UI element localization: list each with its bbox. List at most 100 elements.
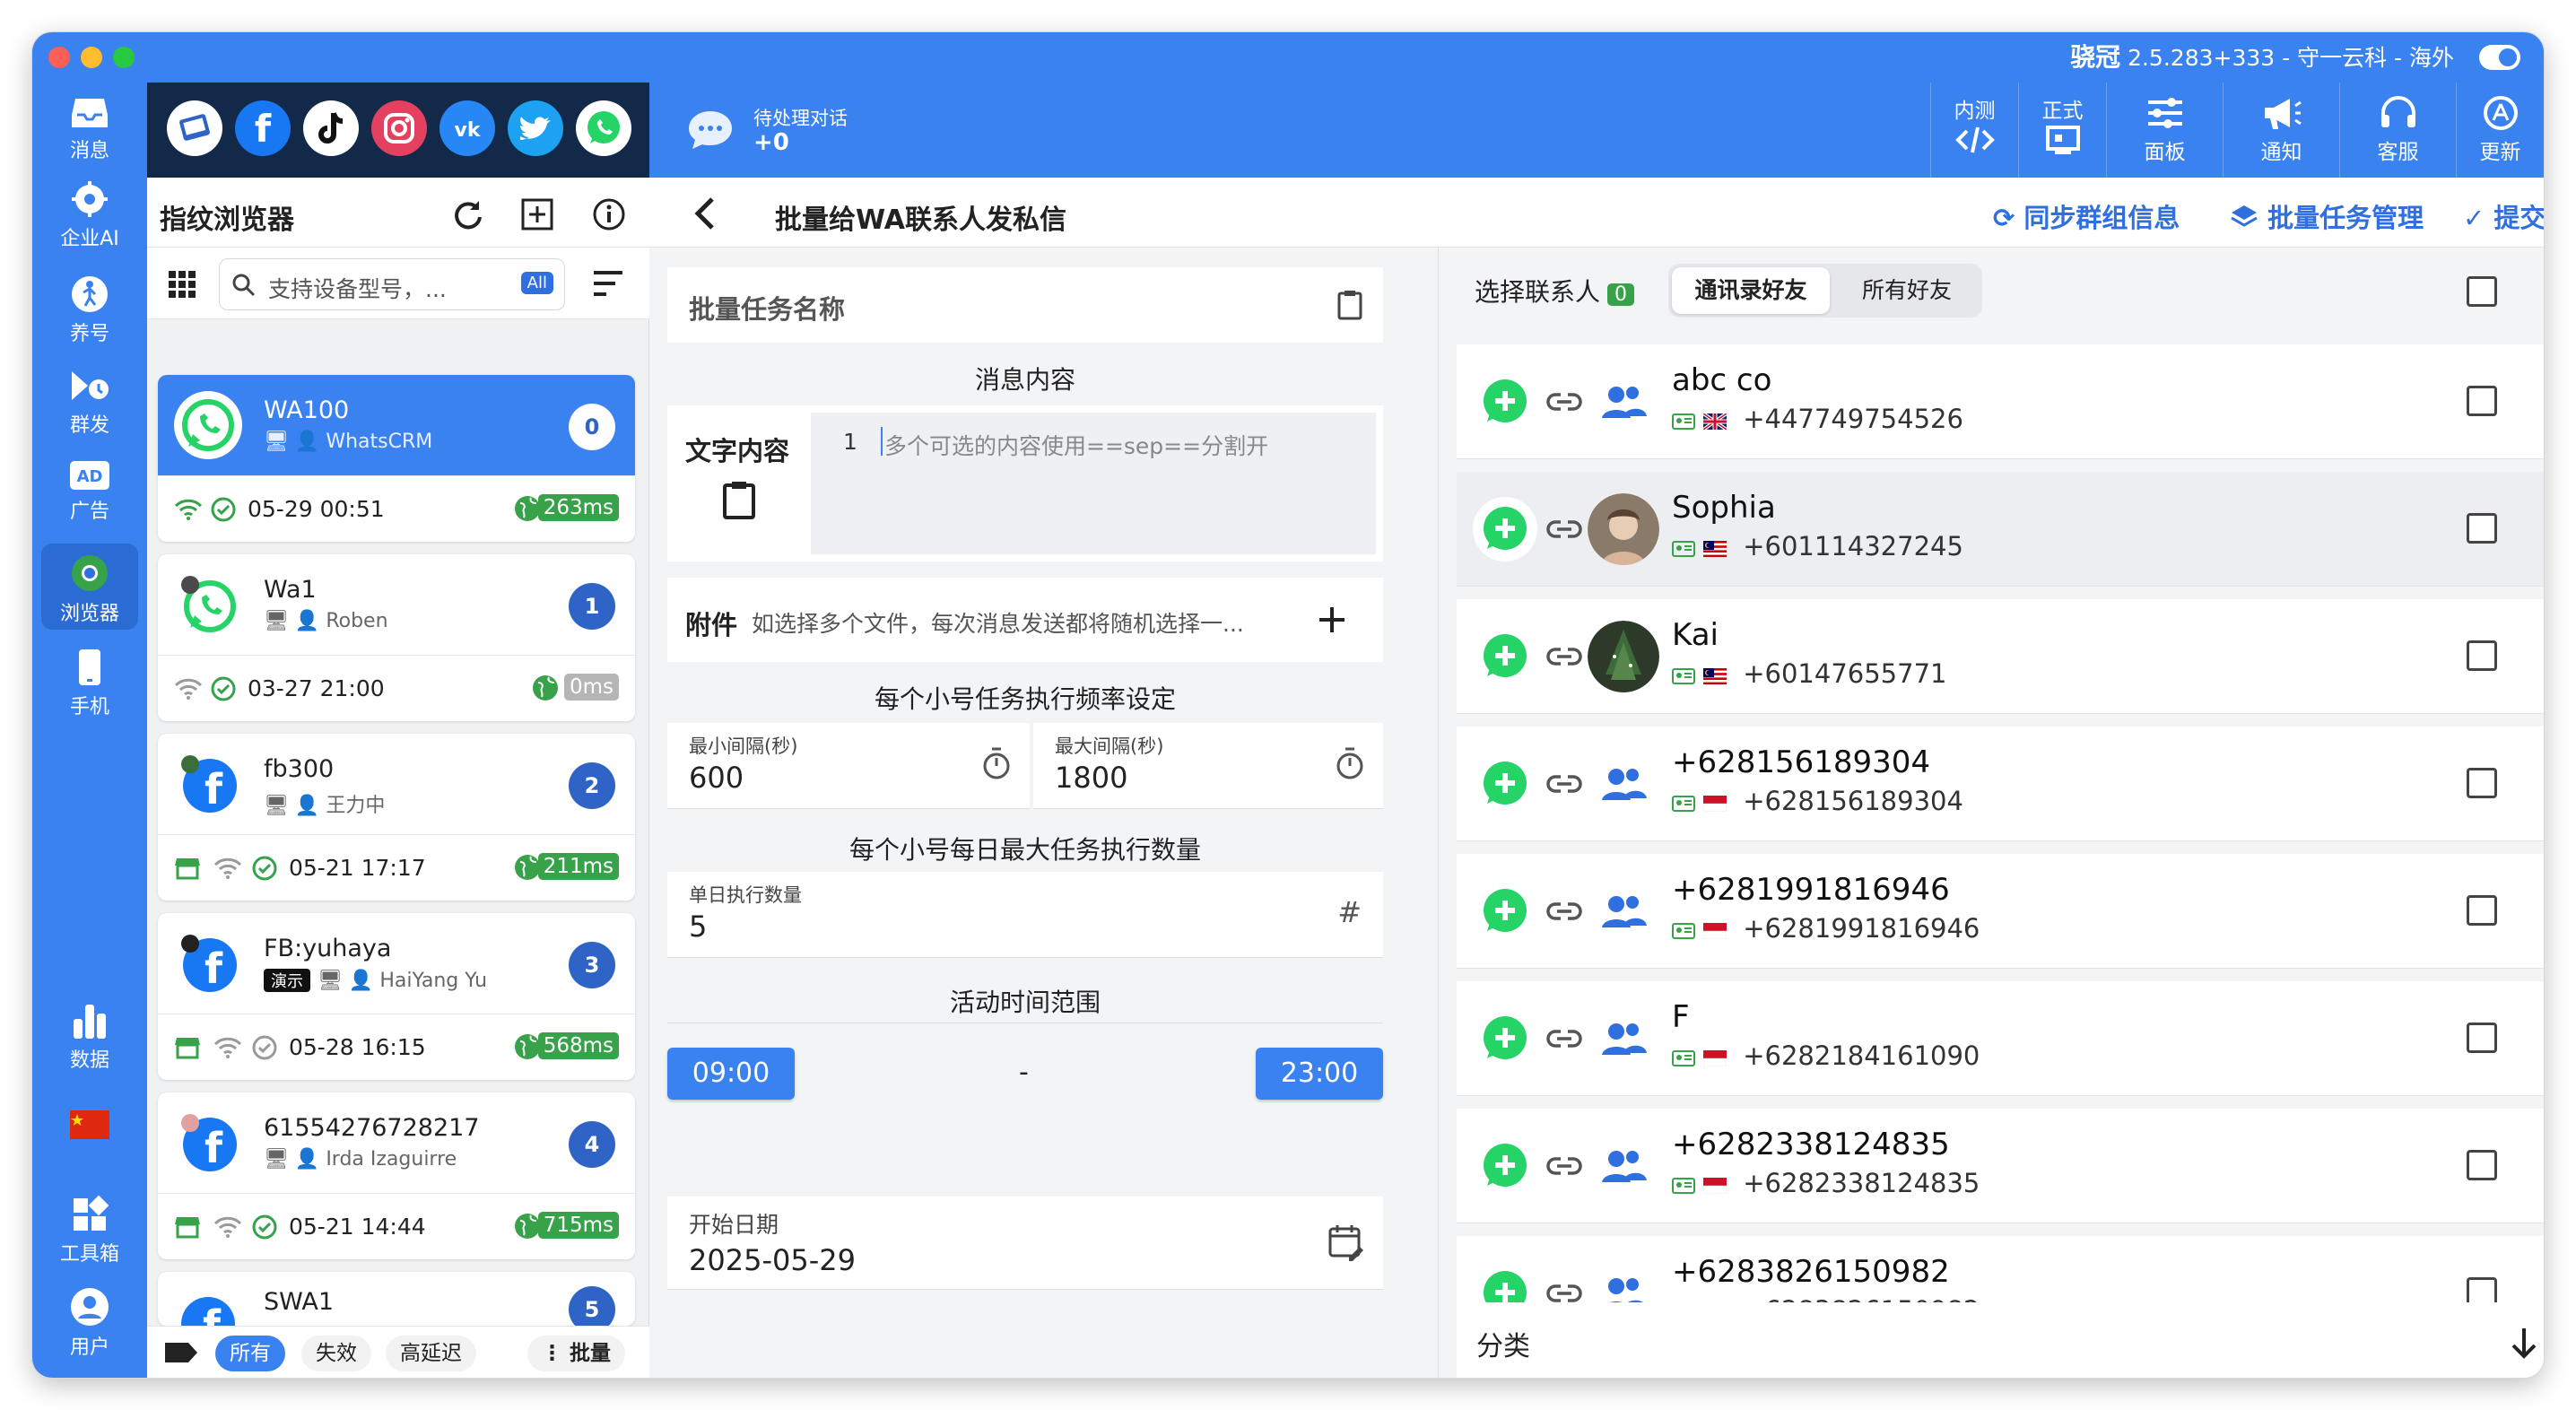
contact-row[interactable]: +628156189304 +628156189304 — [1457, 727, 2544, 841]
account-owner: Roben — [326, 610, 388, 632]
contact-row[interactable]: F +6282184161090 — [1457, 981, 2544, 1096]
contact-checkbox[interactable] — [2467, 1150, 2497, 1180]
contact-checkbox[interactable] — [2467, 768, 2497, 798]
rail-item-nurture[interactable]: 养号 — [41, 269, 138, 346]
search-input[interactable]: 支持设备型号，... All — [219, 258, 565, 310]
account-card[interactable]: WA100 🖥 👤 WhatsCRM 0 05-29 00:51 263ms — [158, 375, 635, 542]
grid-view-icon[interactable] — [167, 269, 197, 300]
contact-row[interactable]: abc co +447749754526 — [1457, 344, 2544, 459]
daily-count-value: 5 — [689, 910, 708, 944]
whatsapp-icon[interactable] — [576, 100, 631, 156]
account-name: 61554276728217 — [264, 1114, 480, 1142]
search-scope-badge[interactable]: All — [520, 272, 553, 294]
china-flag-icon — [70, 1110, 109, 1139]
max-interval-field[interactable]: 最大间隔(秒) 1800 — [1033, 723, 1383, 809]
paste-icon[interactable] — [721, 479, 757, 520]
language-flag-cn[interactable] — [41, 1107, 138, 1152]
tab-all-friends[interactable]: 所有好友 — [1835, 267, 1979, 314]
clipboard-icon[interactable] — [1336, 289, 1363, 321]
account-index: 3 — [569, 942, 615, 988]
announcement-icon — [2264, 99, 2302, 129]
twitter-icon[interactable] — [508, 100, 563, 156]
contact-checkbox[interactable] — [2467, 513, 2497, 544]
contact-row[interactable]: Sophia +601114327245 — [1457, 472, 2544, 587]
calendar-edit-icon[interactable] — [1327, 1223, 1365, 1261]
rail-item-user[interactable]: 用户 — [41, 1281, 138, 1359]
minimize-window-button[interactable] — [81, 47, 102, 68]
min-interval-field[interactable]: 最小间隔(秒) 600 — [667, 723, 1030, 809]
account-filter-bar: 所有 失效 高延迟 ⋮ 批量 — [147, 1326, 649, 1378]
tiktok-icon[interactable] — [303, 100, 359, 156]
contact-row[interactable]: +6282338124835 +6282338124835 — [1457, 1109, 2544, 1223]
account-owner: Irda Izaguirre — [326, 1148, 457, 1171]
add-icon[interactable] — [1317, 605, 1347, 635]
check-circle-icon — [211, 497, 236, 522]
task-manage-button[interactable]: 批量任务管理 — [2230, 197, 2424, 235]
group-avatar-icon — [1588, 875, 1659, 947]
filter-high-latency-chip[interactable]: 高延迟 — [386, 1336, 476, 1371]
contact-row[interactable]: Kai +60147655771 — [1457, 599, 2544, 714]
select-all-checkbox[interactable] — [2467, 276, 2497, 307]
message-textarea[interactable]: 1 多个可选的内容使用==sep==分割开 — [811, 413, 1376, 554]
facebook-avatar-icon: f — [181, 755, 237, 814]
attachment-field[interactable]: 附件 如选择多个文件，每次消息发送都将随机选择一... — [667, 578, 1383, 662]
refresh-icon[interactable] — [450, 197, 484, 231]
contact-checkbox[interactable] — [2467, 1023, 2497, 1053]
beta-channel-button[interactable]: 内测 — [1930, 83, 2018, 178]
sync-groups-button[interactable]: ⟳ 同步群组信息 — [1993, 197, 2180, 235]
instagram-icon[interactable] — [371, 100, 427, 156]
account-card[interactable]: f SWA1 5 — [158, 1272, 635, 1326]
start-date-field[interactable]: 开始日期 2025-05-29 — [667, 1197, 1383, 1290]
end-time-button[interactable]: 23:00 — [1256, 1048, 1383, 1100]
submit-button[interactable]: ✓ 提交 — [2463, 197, 2544, 235]
contact-checkbox[interactable] — [2467, 895, 2497, 926]
update-button[interactable]: 更新 — [2456, 83, 2544, 178]
stable-channel-button[interactable]: 正式 — [2018, 83, 2106, 178]
account-card[interactable]: Wa1 🖥 👤 Roben 1 03-27 21:00 0ms — [158, 554, 635, 721]
tab-address-book[interactable]: 通讯录好友 — [1672, 267, 1830, 314]
rail-item-browser[interactable]: 浏览器 — [41, 544, 138, 630]
batch-button[interactable]: ⋮ 批量 — [527, 1336, 626, 1371]
account-card[interactable]: f FB:yuhaya 演示 🖥 👤 HaiYang Yu 3 05-28 16:… — [158, 913, 635, 1080]
panel-button[interactable]: 面板 — [2106, 83, 2223, 178]
sort-icon[interactable] — [590, 267, 626, 300]
info-icon[interactable] — [592, 197, 626, 231]
filter-all-chip[interactable]: 所有 — [215, 1336, 285, 1371]
close-window-button[interactable] — [48, 47, 70, 68]
rail-item-data[interactable]: 数据 — [41, 996, 138, 1073]
back-arrow-icon[interactable] — [689, 196, 721, 231]
rail-item-phone[interactable]: 手机 — [41, 642, 138, 719]
number-icon: # — [1337, 895, 1362, 929]
browser-icon[interactable] — [167, 100, 222, 156]
category-select[interactable]: 分类 — [1457, 1302, 2544, 1378]
rail-item-toolbox[interactable]: 工具箱 — [41, 1189, 138, 1266]
nav-rail: 消息 企业AI 养号 群发 AD 广告 浏览器 手机 数据 工具箱 用户 — [32, 83, 147, 1378]
check-circle-icon — [252, 1035, 277, 1060]
contact-checkbox[interactable] — [2467, 640, 2497, 671]
label-tag-icon[interactable] — [163, 1339, 199, 1366]
vk-icon[interactable]: vk — [439, 100, 495, 156]
contact-checkbox[interactable] — [2467, 386, 2497, 416]
rail-item-mass-send[interactable]: 群发 — [41, 361, 138, 438]
contact-row[interactable]: +6281991816946 +6281991816946 — [1457, 854, 2544, 969]
facebook-icon[interactable]: f — [235, 100, 291, 156]
rail-item-ai[interactable]: 企业AI — [41, 172, 138, 258]
notification-button[interactable]: 通知 — [2223, 83, 2339, 178]
support-button[interactable]: 客服 — [2339, 83, 2456, 178]
account-card[interactable]: f fb300 🖥 👤 王力中 2 05-21 17:17 211ms — [158, 734, 635, 901]
pending-conversations[interactable]: 待处理对话 +0 — [685, 99, 954, 161]
theme-toggle[interactable] — [2479, 45, 2520, 70]
app-window: 骁冠 2.5.283+333 - 守一云科 - 海外 消息 企业AI 养号 群发… — [32, 32, 2544, 1378]
rail-item-messages[interactable]: 消息 — [41, 90, 138, 162]
daily-count-field[interactable]: 单日执行数量 5 # — [667, 872, 1383, 958]
start-time-button[interactable]: 09:00 — [667, 1048, 795, 1100]
filter-invalid-chip[interactable]: 失效 — [301, 1336, 371, 1371]
account-card[interactable]: f 61554276728217 🖥 👤 Irda Izaguirre 4 05… — [158, 1092, 635, 1259]
add-box-icon[interactable] — [520, 197, 554, 231]
ad-icon: AD — [70, 461, 109, 490]
rail-item-ads[interactable]: AD 广告 — [41, 450, 138, 527]
task-name-field[interactable]: 批量任务名称 — [667, 267, 1383, 343]
account-owner-line: 演示 🖥 👤 HaiYang Yu — [264, 969, 487, 992]
maximize-window-button[interactable] — [113, 47, 135, 68]
notification-label: 通知 — [2260, 141, 2302, 164]
